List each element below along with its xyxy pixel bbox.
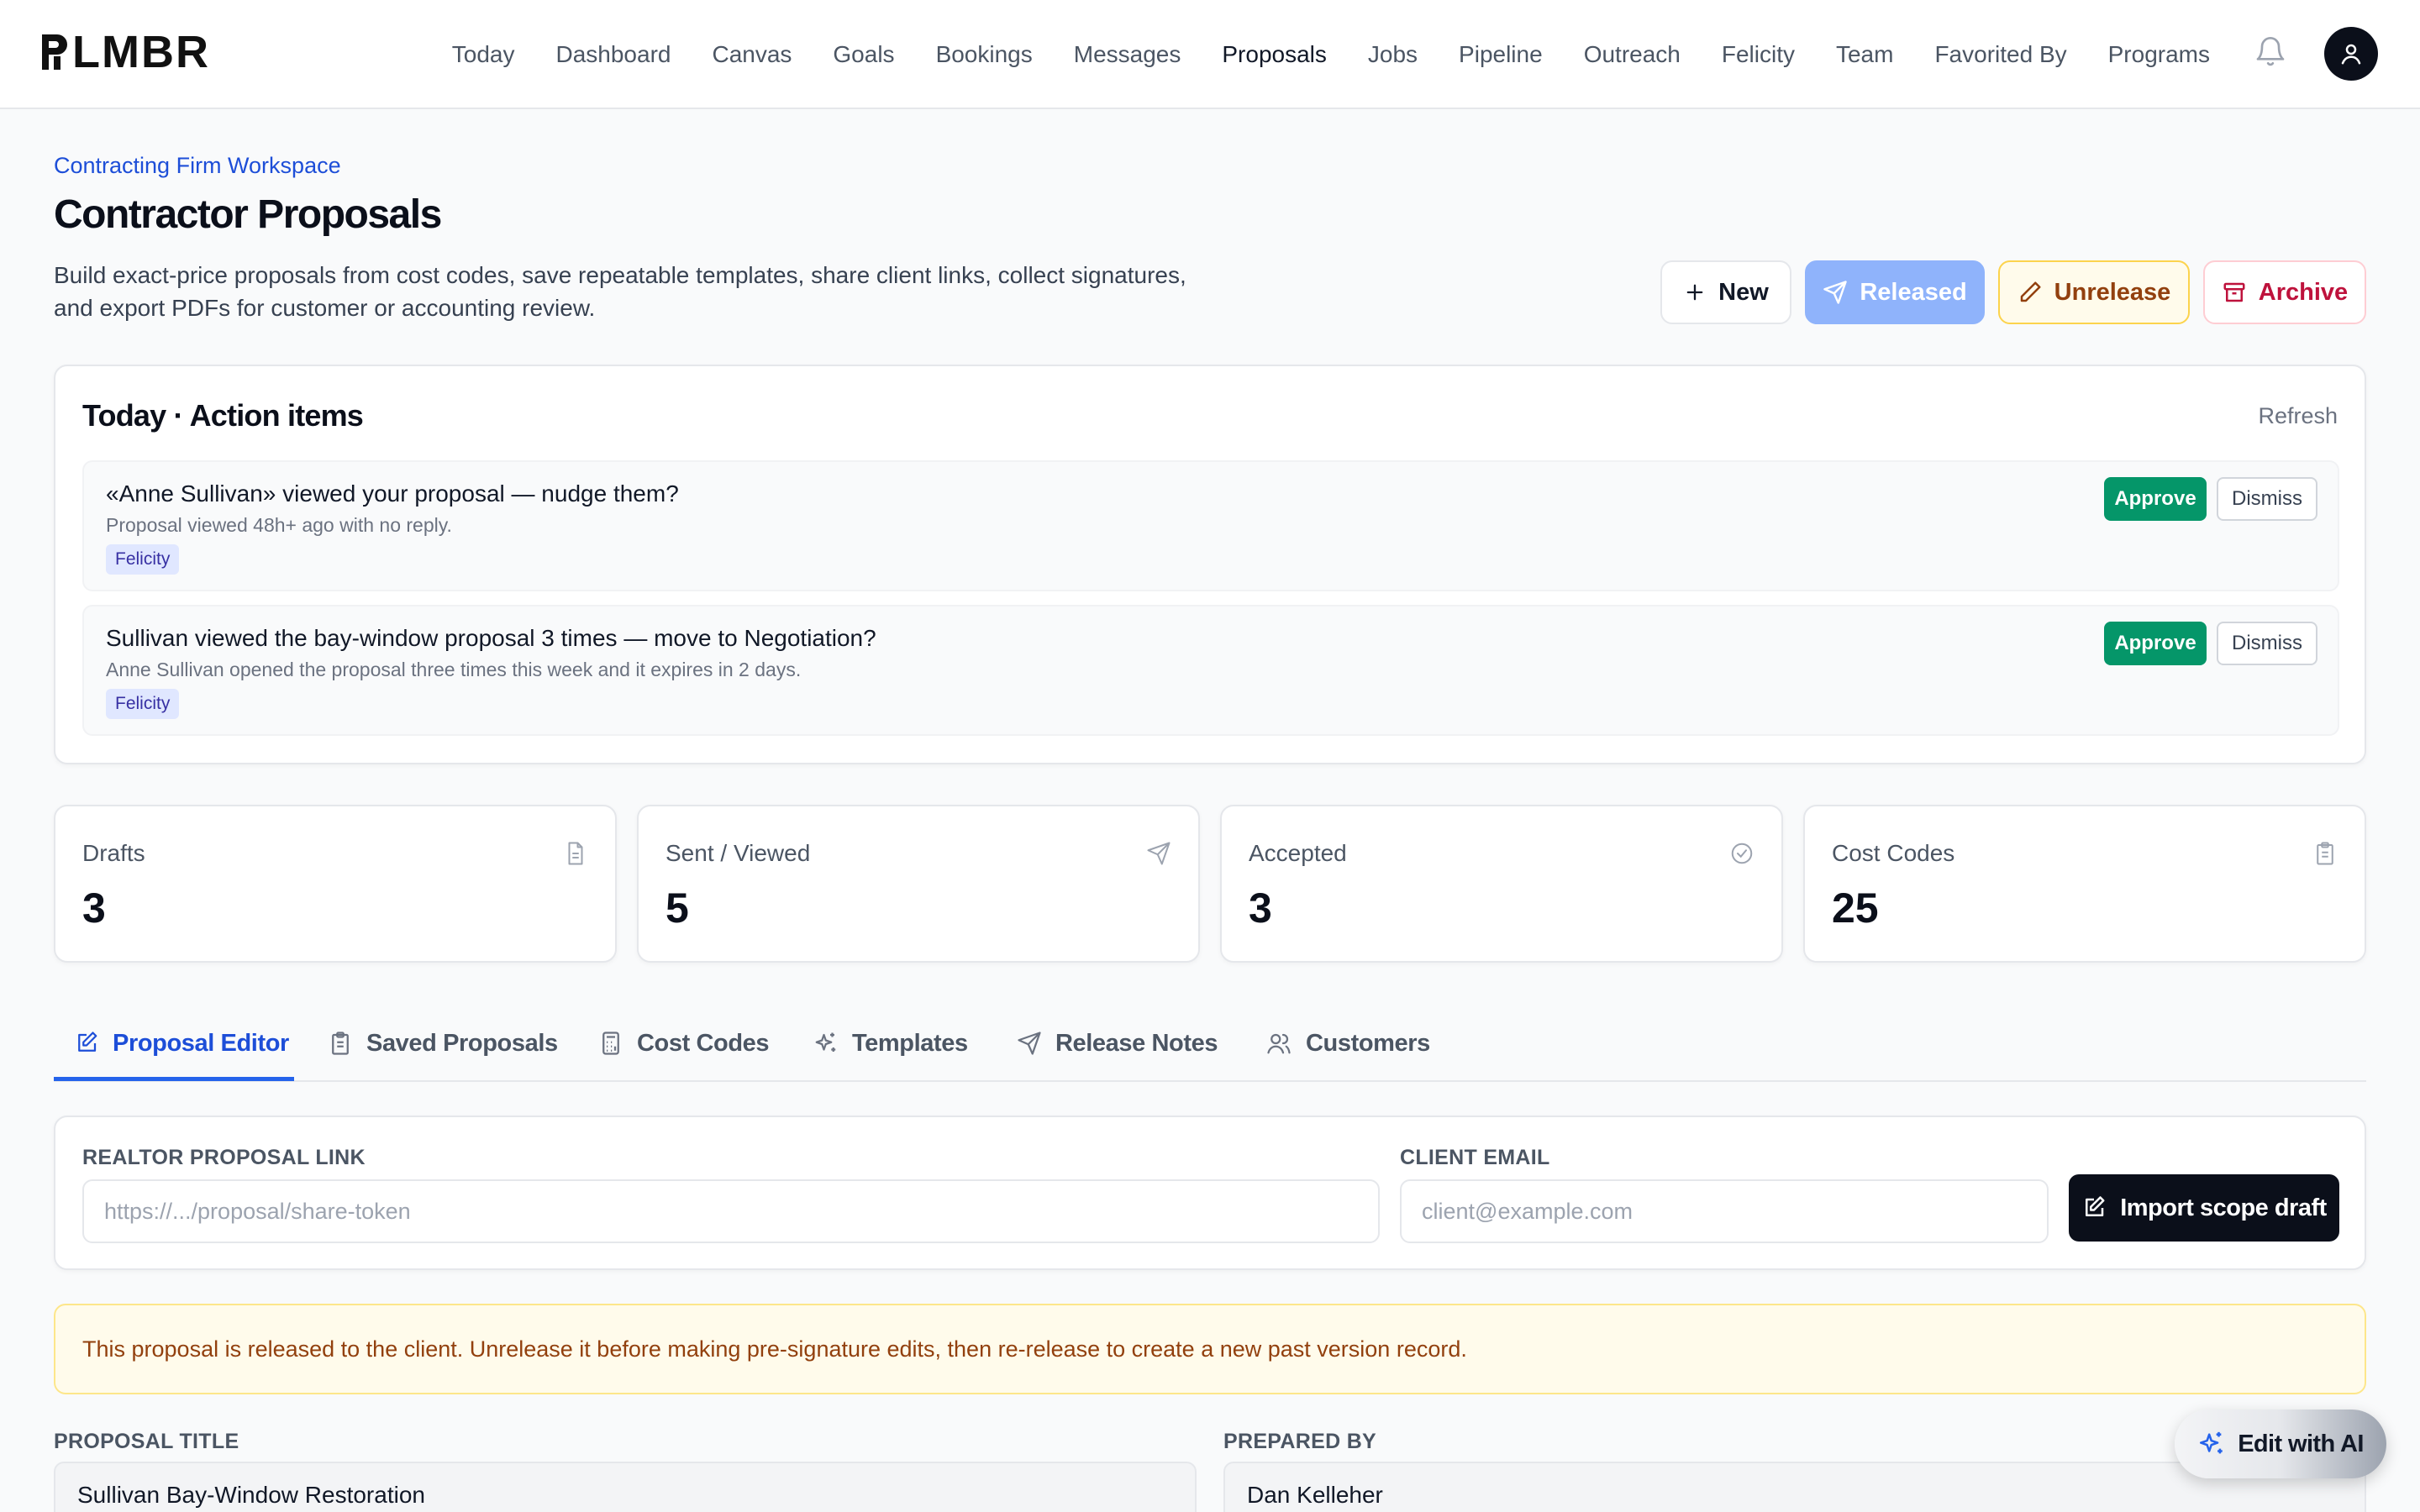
stat-card-accepted: Accepted 3 [1220,805,1783,963]
stat-value: 25 [1832,885,1879,932]
action-items-card: Today · Action items Refresh «Anne Sulli… [54,365,2366,764]
stat-label: Sent / Viewed [666,840,811,866]
action-items-title: Today · Action items [82,398,364,433]
page-title: Contractor Proposals [54,192,442,237]
proposal-title-label: PROPOSAL TITLE [54,1430,239,1453]
nav-jobs[interactable]: Jobs [1368,41,1418,68]
nav-programs[interactable]: Programs [2108,41,2210,68]
nav-proposals[interactable]: Proposals [1222,41,1327,68]
realtor-link-input[interactable] [82,1179,1380,1243]
stat-card-cost-codes: Cost Codes 25 [1803,805,2366,963]
stat-value: 5 [666,885,689,932]
page-description: Build exact-price proposals from cost co… [54,262,1186,321]
document-icon [568,842,583,865]
nav-felicity[interactable]: Felicity [1722,41,1795,68]
release-warning-banner: This proposal is released to the client.… [54,1304,2366,1394]
tab-cost-codes[interactable]: Cost Codes [598,1005,770,1082]
stat-card-drafts: Drafts 3 [54,805,617,963]
user-avatar[interactable] [2324,27,2378,81]
unrelease-button[interactable]: Unrelease [1998,260,2190,324]
send-icon [1018,1032,1041,1055]
tab-release-notes[interactable]: Release Notes [1017,1005,1218,1082]
sparkle-icon [815,1032,836,1052]
approve-button[interactable]: Approve [2104,477,2207,521]
nav-pipeline[interactable]: Pipeline [1459,41,1543,68]
proposal-link-form: Realtor Proposal Link Client Email Impor… [54,1116,2366,1270]
action-item-subtitle: Proposal viewed 48h+ ago with no reply. [106,514,452,536]
action-item-title: «Anne Sullivan» viewed your proposal — n… [106,480,679,507]
edit-with-ai-button[interactable]: Edit with AI [2175,1410,2386,1478]
archive-icon [2223,282,2245,302]
tab-bar: Proposal Editor Saved Proposals Cost Cod… [54,1005,2366,1082]
active-tab-indicator [54,1077,294,1081]
bell-icon[interactable] [2254,34,2287,71]
top-navigation-bar: LMBR Today Dashboard Canvas Goals Bookin… [0,0,2420,109]
clipboard-icon [2317,842,2333,865]
import-scope-draft-button[interactable]: Import scope draft [2069,1174,2339,1242]
nav-goals[interactable]: Goals [833,41,894,68]
action-item-title: Sullivan viewed the bay-window proposal … [106,625,876,651]
stat-value: 3 [82,885,106,932]
stat-label: Cost Codes [1832,840,1955,866]
action-item: Sullivan viewed the bay-window proposal … [82,605,2339,736]
stat-card-sent-viewed: Sent / Viewed 5 [637,805,1200,963]
users-icon [1267,1033,1291,1054]
tab-customers[interactable]: Customers [1265,1005,1430,1082]
client-email-label: Client Email [1400,1146,1550,1169]
dismiss-button[interactable]: Dismiss [2217,622,2317,665]
stat-label: Accepted [1249,840,1347,866]
edit-icon [2086,1196,2105,1216]
tab-proposal-editor[interactable]: Proposal Editor [74,1005,289,1082]
app-logo[interactable]: LMBR [39,27,210,77]
archive-button[interactable]: Archive [2203,260,2366,324]
nav-bookings[interactable]: Bookings [936,41,1033,68]
proposal-title-input[interactable] [54,1462,1197,1512]
client-email-input[interactable] [1400,1179,2049,1243]
logo-text: LMBR [72,27,210,77]
stat-value: 3 [1249,885,1272,932]
logo-mark-icon [42,34,67,70]
sparkle-icon [2200,1431,2223,1454]
nav-messages[interactable]: Messages [1074,41,1181,68]
stat-label: Drafts [82,840,145,866]
nav-today[interactable]: Today [452,41,515,68]
nav-team[interactable]: Team [1836,41,1893,68]
plus-icon [1686,284,1703,301]
breadcrumb[interactable]: Contracting Firm Workspace [54,153,341,179]
action-item: «Anne Sullivan» viewed your proposal — n… [82,460,2339,591]
approve-button[interactable]: Approve [2104,622,2207,665]
new-button[interactable]: New [1660,260,1791,324]
user-icon [2341,44,2361,65]
dismiss-button[interactable]: Dismiss [2217,477,2317,521]
action-item-tag: Felicity [106,689,180,719]
action-item-subtitle: Anne Sullivan opened the proposal three … [106,659,802,680]
edit-icon [78,1032,97,1052]
released-button[interactable]: Released [1805,260,1985,324]
realtor-link-label: Realtor Proposal Link [82,1146,366,1169]
prepared-by-label: PREPARED BY [1223,1430,1377,1453]
tab-saved-proposals[interactable]: Saved Proposals [328,1005,558,1082]
pencil-icon [2020,281,2041,302]
action-item-tag: Felicity [106,544,180,575]
clipboard-icon [332,1032,349,1055]
nav-canvas[interactable]: Canvas [712,41,792,68]
send-icon [1147,842,1171,865]
send-icon [1823,281,1848,304]
calculator-icon [602,1032,619,1055]
check-circle-icon [1731,843,1753,864]
main-nav: Today Dashboard Canvas Goals Bookings Me… [452,0,2210,109]
nav-dashboard[interactable]: Dashboard [555,41,671,68]
nav-favorited-by[interactable]: Favorited By [1934,41,2066,68]
refresh-link[interactable]: Refresh [2258,403,2338,429]
tab-templates[interactable]: Templates [813,1005,968,1082]
nav-outreach[interactable]: Outreach [1584,41,1681,68]
